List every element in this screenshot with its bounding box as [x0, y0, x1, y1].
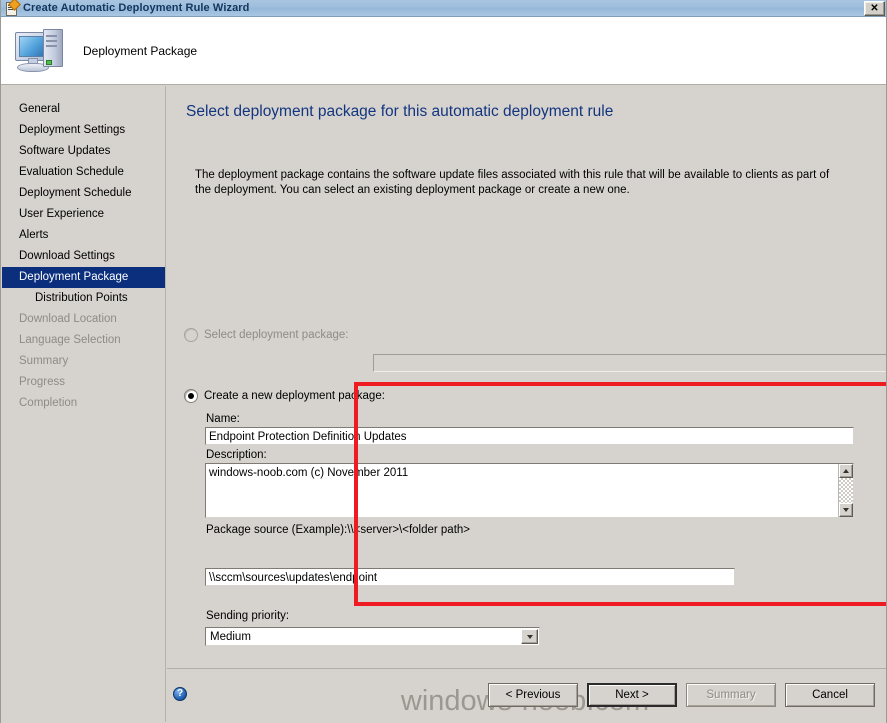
sidebar-item-deployment-schedule[interactable]: Deployment Schedule: [2, 183, 165, 204]
sidebar-item-general[interactable]: General: [2, 99, 165, 120]
sidebar-item-evaluation-schedule[interactable]: Evaluation Schedule: [2, 162, 165, 183]
window-title: Create Automatic Deployment Rule Wizard: [23, 2, 250, 14]
wizard-content-pane: Select deployment package for this autom…: [167, 86, 886, 668]
banner-title: Deployment Package: [83, 43, 198, 58]
sidebar-item-download-settings[interactable]: Download Settings: [2, 246, 165, 267]
radio-button-icon: [184, 328, 198, 342]
name-input[interactable]: Endpoint Protection Definition Updates: [205, 427, 854, 445]
page-title: Select deployment package for this autom…: [186, 103, 614, 120]
sidebar-item-alerts[interactable]: Alerts: [2, 225, 165, 246]
scroll-down-arrow-icon[interactable]: [839, 503, 853, 517]
wizard-window: Create Automatic Deployment Rule Wizard …: [0, 0, 887, 723]
sidebar-item-download-location: Download Location: [19, 313, 117, 325]
radio-button-icon: [184, 389, 198, 403]
sidebar-item-distribution-points[interactable]: Distribution Points: [2, 288, 165, 309]
wizard-footer: ? windows-noob.com < Previous Next > Sum…: [167, 668, 886, 723]
create-new-package-radio[interactable]: Create a new deployment package:: [184, 389, 385, 403]
sidebar-item-summary: Summary: [19, 355, 69, 367]
sending-priority-value: Medium: [210, 630, 251, 643]
name-label: Name:: [206, 413, 240, 425]
sidebar-item-software-updates[interactable]: Software Updates: [2, 141, 165, 162]
sidebar-item-completion: Completion: [19, 397, 78, 409]
footer-button-group: < Previous Next > Summary Cancel: [488, 683, 875, 707]
create-new-package-label: Create a new deployment package:: [204, 390, 385, 402]
sidebar-item-deployment-package[interactable]: Deployment Package: [2, 267, 165, 288]
cancel-button[interactable]: Cancel: [785, 683, 875, 707]
wizard-step-list: General Deployment Settings Software Upd…: [2, 86, 166, 722]
description-label: Description:: [206, 449, 267, 461]
close-icon[interactable]: ✕: [864, 1, 885, 16]
summary-button: Summary: [686, 683, 776, 707]
select-existing-package-label: Select deployment package:: [204, 329, 349, 341]
scroll-up-arrow-icon[interactable]: [839, 464, 853, 478]
description-scrollbar[interactable]: [838, 464, 853, 517]
title-bar: Create Automatic Deployment Rule Wizard …: [1, 0, 886, 17]
package-source-label: Package source (Example):\\<server>\<fol…: [206, 524, 471, 536]
sending-priority-select[interactable]: Medium: [205, 627, 540, 646]
description-textarea[interactable]: windows-noob.com (c) November 2011: [205, 463, 854, 518]
wizard-document-icon: [4, 0, 21, 16]
select-existing-package-radio[interactable]: Select deployment package:: [184, 328, 348, 342]
sending-priority-label: Sending priority:: [206, 610, 290, 622]
computer-icon: [15, 27, 67, 75]
existing-package-input: [373, 354, 886, 372]
sidebar-item-deployment-settings[interactable]: Deployment Settings: [2, 120, 165, 141]
wizard-banner: Deployment Package: [1, 17, 886, 85]
help-question-icon[interactable]: ?: [173, 687, 187, 701]
package-source-input[interactable]: \\sccm\sources\updates\endpoint: [205, 568, 735, 586]
sidebar-item-user-experience[interactable]: User Experience: [2, 204, 165, 225]
description-text: windows-noob.com (c) November 2011: [209, 467, 409, 479]
next-button[interactable]: Next >: [587, 683, 677, 707]
page-description: The deployment package contains the soft…: [195, 169, 830, 196]
sidebar-item-language-selection: Language Selection: [19, 334, 121, 346]
sidebar-item-progress: Progress: [19, 376, 66, 388]
chevron-down-icon[interactable]: [521, 629, 538, 644]
previous-button[interactable]: < Previous: [488, 683, 578, 707]
